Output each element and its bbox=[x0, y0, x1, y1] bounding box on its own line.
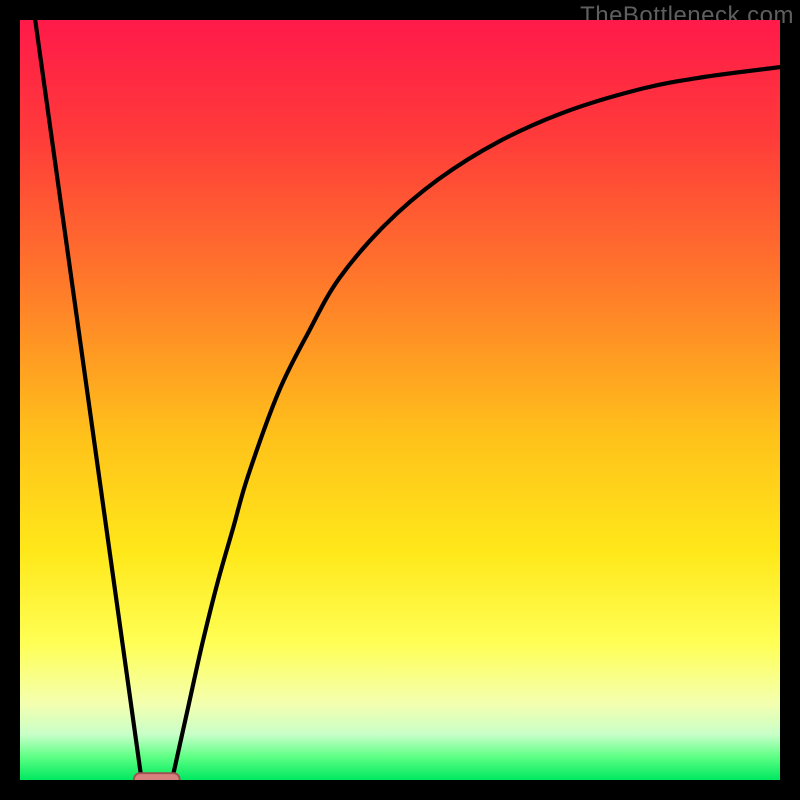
optimal-point-marker bbox=[134, 773, 180, 780]
bottleneck-plot bbox=[20, 20, 780, 780]
gradient-background bbox=[20, 20, 780, 780]
chart-frame: TheBottleneck.com bbox=[0, 0, 800, 800]
